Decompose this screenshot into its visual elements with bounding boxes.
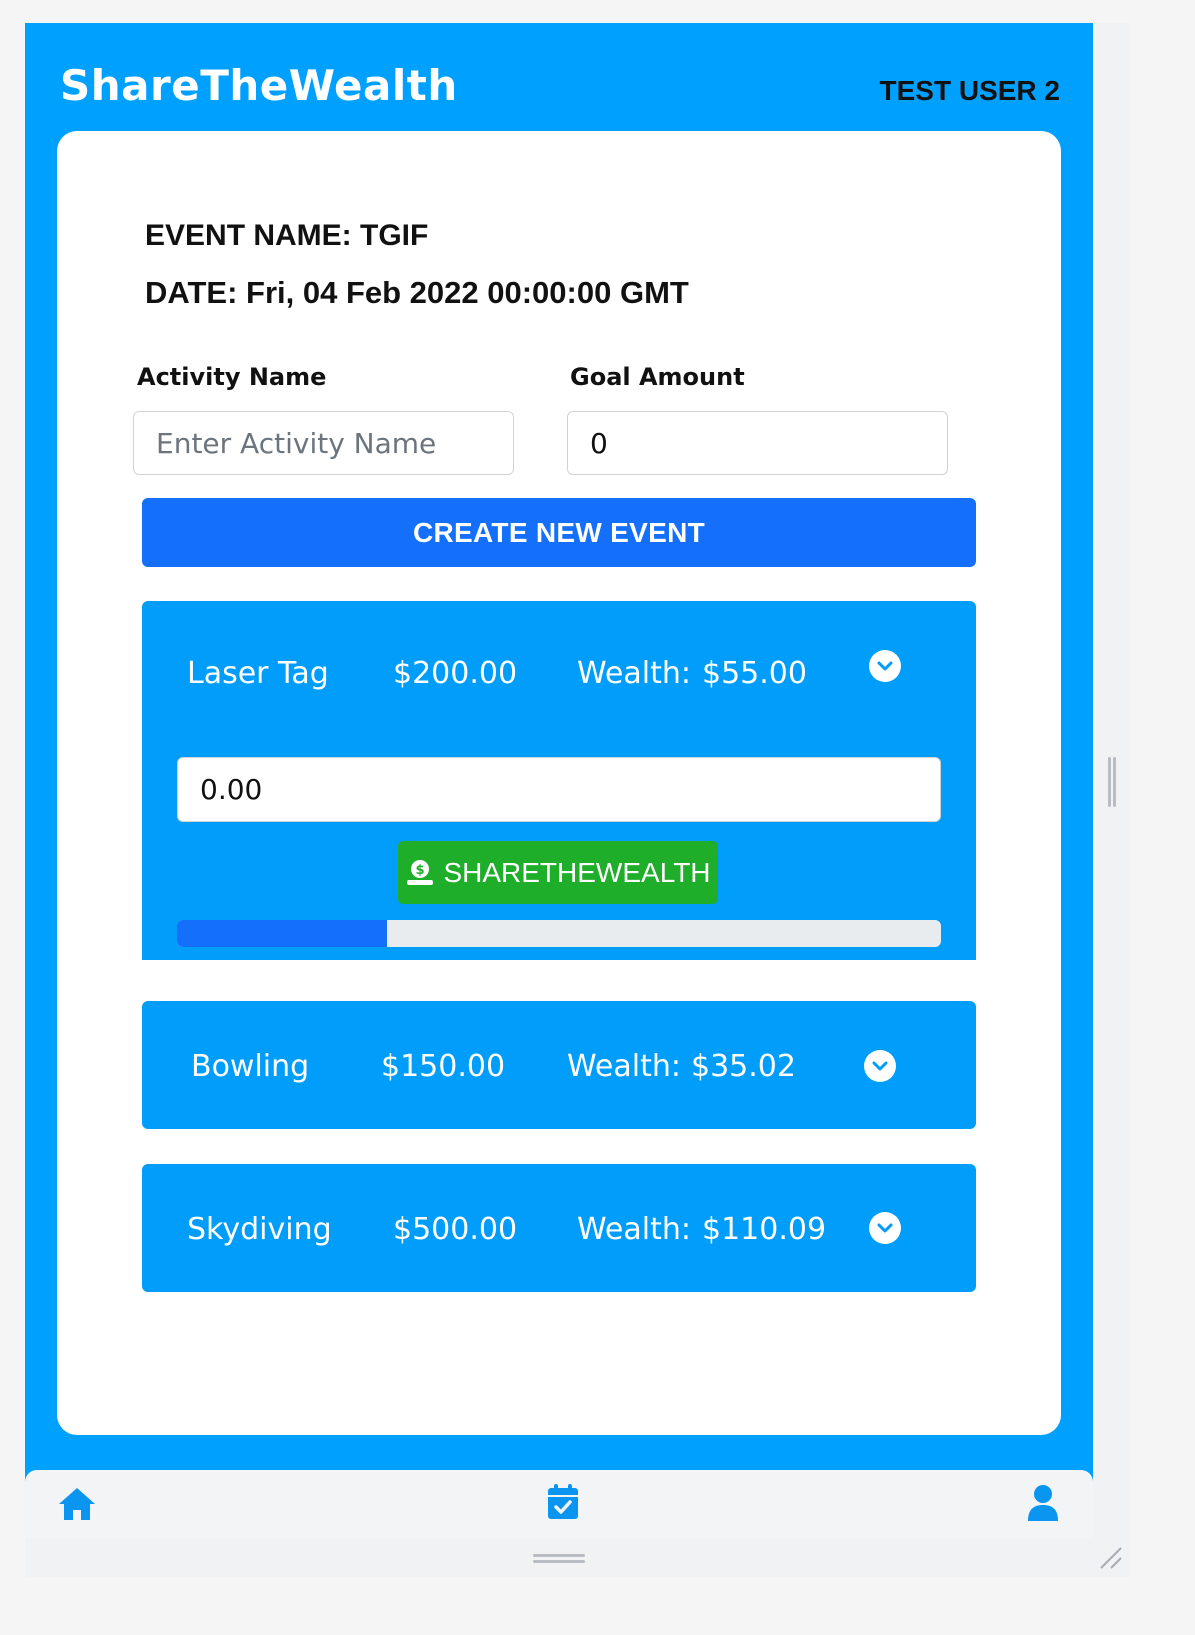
corner-resize-grip[interactable] xyxy=(1099,1546,1123,1574)
activity-goal: $200.00 xyxy=(393,656,518,691)
user-icon[interactable] xyxy=(1027,1484,1059,1526)
activity-name: Laser Tag xyxy=(187,656,329,691)
money-hand-icon: $ xyxy=(407,859,434,885)
create-new-event-button[interactable]: CREATE NEW EVENT xyxy=(142,498,976,567)
chevron-down-icon[interactable] xyxy=(864,1050,896,1082)
home-icon[interactable] xyxy=(57,1486,97,1526)
user-name[interactable]: TEST USER 2 xyxy=(880,75,1060,107)
event-date: DATE: Fri, 04 Feb 2022 00:00:00 GMT xyxy=(145,275,689,310)
wealth-amount: $35.02 xyxy=(691,1049,796,1084)
wealth-amount: $55.00 xyxy=(702,656,807,691)
activity-goal: $150.00 xyxy=(381,1049,506,1084)
activity-name-label: Activity Name xyxy=(137,363,327,391)
activity-item-laser-tag: Laser Tag $200.00 Wealth: $55.00 $ SHARE… xyxy=(142,601,976,960)
progress-bar xyxy=(177,920,941,947)
share-the-wealth-button[interactable]: $ SHARETHEWEALTH xyxy=(398,841,718,904)
app-title: ShareTheWealth xyxy=(60,61,458,110)
svg-text:$: $ xyxy=(416,863,425,878)
wealth-label: Wealth: xyxy=(577,1212,691,1247)
activity-name: Skydiving xyxy=(187,1212,332,1247)
chevron-down-icon[interactable] xyxy=(869,650,901,682)
calendar-check-icon[interactable] xyxy=(547,1484,579,1524)
activity-name-input[interactable] xyxy=(133,411,514,475)
event-card: EVENT NAME: TGIF DATE: Fri, 04 Feb 2022 … xyxy=(57,131,1061,1435)
share-button-label: SHARETHEWEALTH xyxy=(443,856,711,888)
activity-name: Bowling xyxy=(191,1049,310,1084)
goal-amount-input[interactable] xyxy=(567,411,948,475)
activity-item-bowling[interactable]: Bowling $150.00 Wealth: $35.02 xyxy=(142,1001,976,1129)
goal-amount-label: Goal Amount xyxy=(570,363,745,391)
event-name: EVENT NAME: TGIF xyxy=(145,219,429,252)
app-window: ShareTheWealth TEST USER 2 EVENT NAME: T… xyxy=(25,23,1093,1538)
chevron-down-icon[interactable] xyxy=(869,1212,901,1244)
contribution-amount-input[interactable] xyxy=(177,757,941,822)
side-resize-handle[interactable] xyxy=(1108,757,1116,807)
bottom-drag-handle[interactable] xyxy=(533,1554,585,1564)
activity-item-skydiving[interactable]: Skydiving $500.00 Wealth: $110.09 xyxy=(142,1164,976,1292)
wealth-amount: $110.09 xyxy=(702,1212,827,1247)
activity-goal: $500.00 xyxy=(393,1212,518,1247)
bottom-nav xyxy=(25,1470,1093,1538)
wealth-label: Wealth: xyxy=(567,1049,681,1084)
wealth-label: Wealth: xyxy=(577,656,691,691)
progress-fill xyxy=(177,920,388,947)
